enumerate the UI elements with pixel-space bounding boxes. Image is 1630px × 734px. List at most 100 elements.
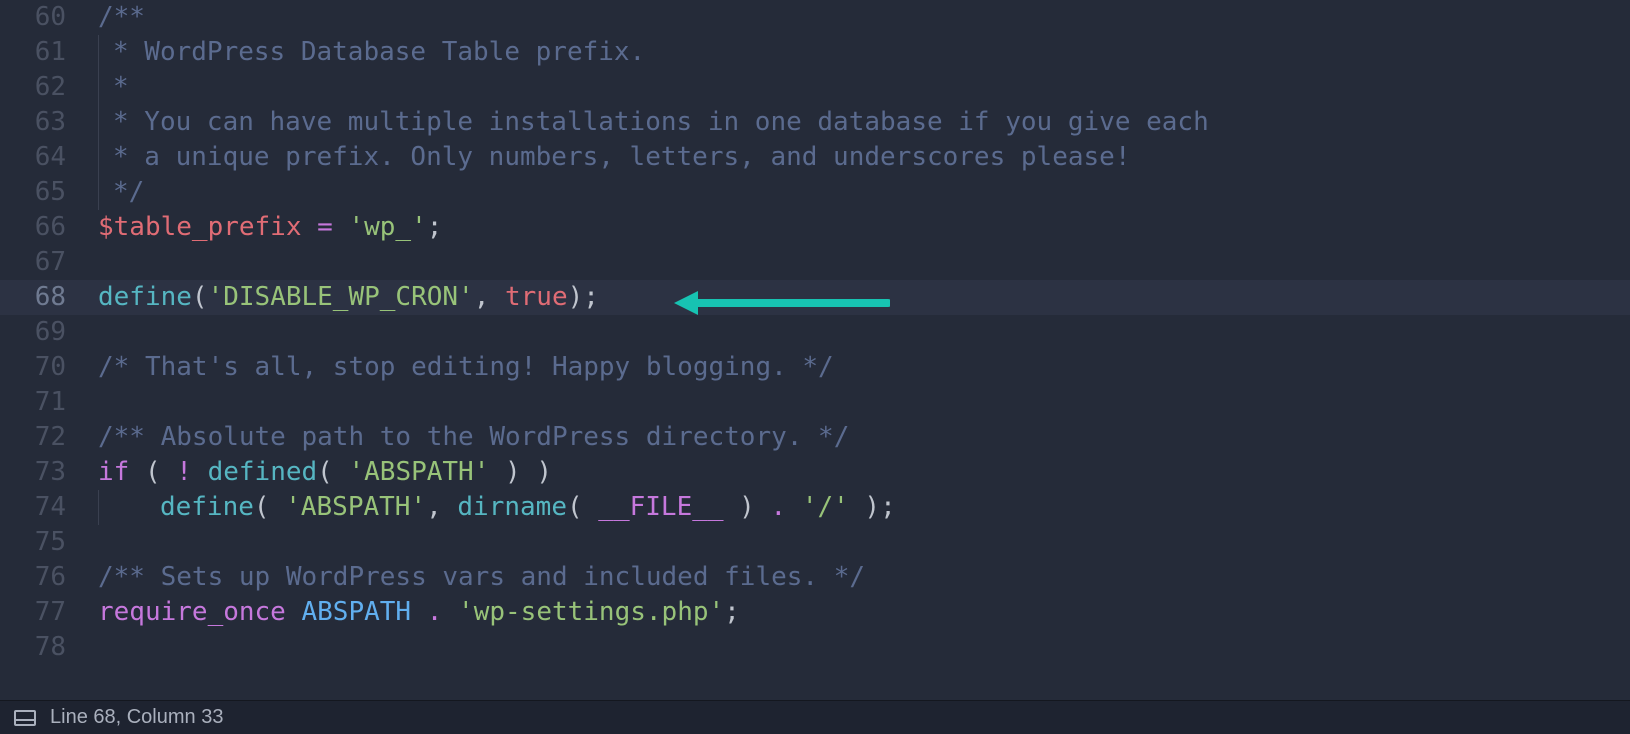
code-line[interactable]: 65*/ — [0, 175, 1630, 210]
code-editor[interactable]: 60/**61 * WordPress Database Table prefix… — [0, 0, 1630, 700]
code-content[interactable]: $table_prefix = 'wp_'; — [84, 210, 1630, 245]
line-number: 62 — [0, 70, 84, 105]
token: ( — [192, 280, 208, 315]
panel-toggle-icon[interactable] — [14, 710, 36, 726]
token: ) ) — [489, 455, 552, 490]
code-line[interactable]: 69 — [0, 315, 1630, 350]
line-number: 66 — [0, 210, 84, 245]
token: 'wp_' — [348, 210, 426, 245]
token: * WordPress Database Table prefix. — [113, 35, 645, 70]
code-line[interactable]: 68define('DISABLE_WP_CRON', true); — [0, 280, 1630, 315]
code-content[interactable]: /** Absolute path to the WordPress direc… — [84, 420, 1630, 455]
token — [411, 595, 427, 630]
token: '/' — [802, 490, 849, 525]
token: ( — [567, 490, 598, 525]
code-content[interactable]: /** — [84, 0, 1630, 35]
token — [192, 455, 208, 490]
code-line[interactable]: 60/** — [0, 0, 1630, 35]
code-line[interactable]: 62 * — [0, 70, 1630, 105]
token: * You can have multiple installations in… — [113, 105, 1209, 140]
token: ); — [849, 490, 896, 525]
code-content[interactable]: define('DISABLE_WP_CRON', true); — [84, 280, 1630, 315]
token: 'ABSPATH' — [285, 490, 426, 525]
token: , — [426, 490, 457, 525]
token: true — [505, 280, 568, 315]
token: ( — [254, 490, 285, 525]
code-content[interactable]: define( 'ABSPATH', dirname( __FILE__ ) .… — [84, 490, 1630, 525]
token: dirname — [457, 490, 567, 525]
line-number: 73 — [0, 455, 84, 490]
line-number: 74 — [0, 490, 84, 525]
code-line[interactable]: 75 — [0, 525, 1630, 560]
token — [786, 490, 802, 525]
code-content[interactable]: * a unique prefix. Only numbers, letters… — [84, 140, 1630, 175]
line-number: 63 — [0, 105, 84, 140]
token: , — [474, 280, 505, 315]
line-number: 67 — [0, 245, 84, 280]
line-number: 78 — [0, 630, 84, 665]
line-number: 75 — [0, 525, 84, 560]
code-line[interactable]: 64 * a unique prefix. Only numbers, lette… — [0, 140, 1630, 175]
token: 'ABSPATH' — [348, 455, 489, 490]
code-content[interactable]: require_once ABSPATH . 'wp-settings.php'… — [84, 595, 1630, 630]
token: ! — [176, 455, 192, 490]
token: 'wp-settings.php' — [458, 595, 724, 630]
code-line[interactable]: 66$table_prefix = 'wp_'; — [0, 210, 1630, 245]
token: ; — [427, 210, 443, 245]
code-content[interactable]: /* That's all, stop editing! Happy blogg… — [84, 350, 1630, 385]
line-number: 70 — [0, 350, 84, 385]
code-content[interactable]: * You can have multiple installations in… — [84, 105, 1630, 140]
token: require_once — [98, 595, 286, 630]
code-line[interactable]: 78 — [0, 630, 1630, 665]
token: $table_prefix — [98, 210, 302, 245]
indent-guide — [98, 35, 99, 70]
token: ( — [317, 455, 348, 490]
token: /** Absolute path to the WordPress direc… — [98, 420, 849, 455]
token: ) — [724, 490, 771, 525]
line-number: 72 — [0, 420, 84, 455]
line-number: 61 — [0, 35, 84, 70]
indent-guide — [98, 175, 99, 210]
token: __FILE__ — [598, 490, 723, 525]
indent-guide — [98, 140, 99, 175]
token: if — [98, 455, 129, 490]
code-line[interactable]: 72 /** Absolute path to the WordPress dir… — [0, 420, 1630, 455]
cursor-position-label: Line 68, Column 33 — [50, 706, 223, 729]
line-number: 64 — [0, 140, 84, 175]
token: /* That's all, stop editing! Happy blogg… — [98, 350, 834, 385]
indent-guide — [98, 105, 99, 140]
indent-guide — [98, 70, 99, 105]
token — [333, 210, 349, 245]
code-line[interactable]: 67 — [0, 245, 1630, 280]
token: ); — [568, 280, 599, 315]
token: ( — [129, 455, 176, 490]
line-number: 68 — [0, 280, 84, 315]
token: ; — [724, 595, 740, 630]
code-content[interactable]: /** Sets up WordPress vars and included … — [84, 560, 1630, 595]
code-line[interactable]: 61 * WordPress Database Table prefix. — [0, 35, 1630, 70]
code-line[interactable]: 63 * You can have multiple installations … — [0, 105, 1630, 140]
line-number: 69 — [0, 315, 84, 350]
status-bar: Line 68, Column 33 — [0, 700, 1630, 734]
token: /** Sets up WordPress vars and included … — [98, 560, 865, 595]
line-number: 77 — [0, 595, 84, 630]
code-content[interactable]: * — [84, 70, 1630, 105]
code-line[interactable]: 71 — [0, 385, 1630, 420]
token: 'DISABLE_WP_CRON' — [208, 280, 474, 315]
code-line[interactable]: 74 define( 'ABSPATH', dirname( __FILE__ … — [0, 490, 1630, 525]
token — [286, 595, 302, 630]
token: = — [317, 210, 333, 245]
token: * a unique prefix. Only numbers, letters… — [113, 140, 1130, 175]
token: * — [113, 70, 129, 105]
line-number: 76 — [0, 560, 84, 595]
code-line[interactable]: 77require_once ABSPATH . 'wp-settings.ph… — [0, 595, 1630, 630]
code-content[interactable]: */ — [84, 175, 1630, 210]
token: defined — [208, 455, 318, 490]
code-line[interactable]: 76 /** Sets up WordPress vars and include… — [0, 560, 1630, 595]
code-content[interactable]: if ( ! defined( 'ABSPATH' ) ) — [84, 455, 1630, 490]
token: ABSPATH — [302, 595, 412, 630]
code-line[interactable]: 70 /* That's all, stop editing! Happy blo… — [0, 350, 1630, 385]
code-line[interactable]: 73if ( ! defined( 'ABSPATH' ) ) — [0, 455, 1630, 490]
code-content[interactable]: * WordPress Database Table prefix. — [84, 35, 1630, 70]
indent-guide — [98, 490, 99, 525]
